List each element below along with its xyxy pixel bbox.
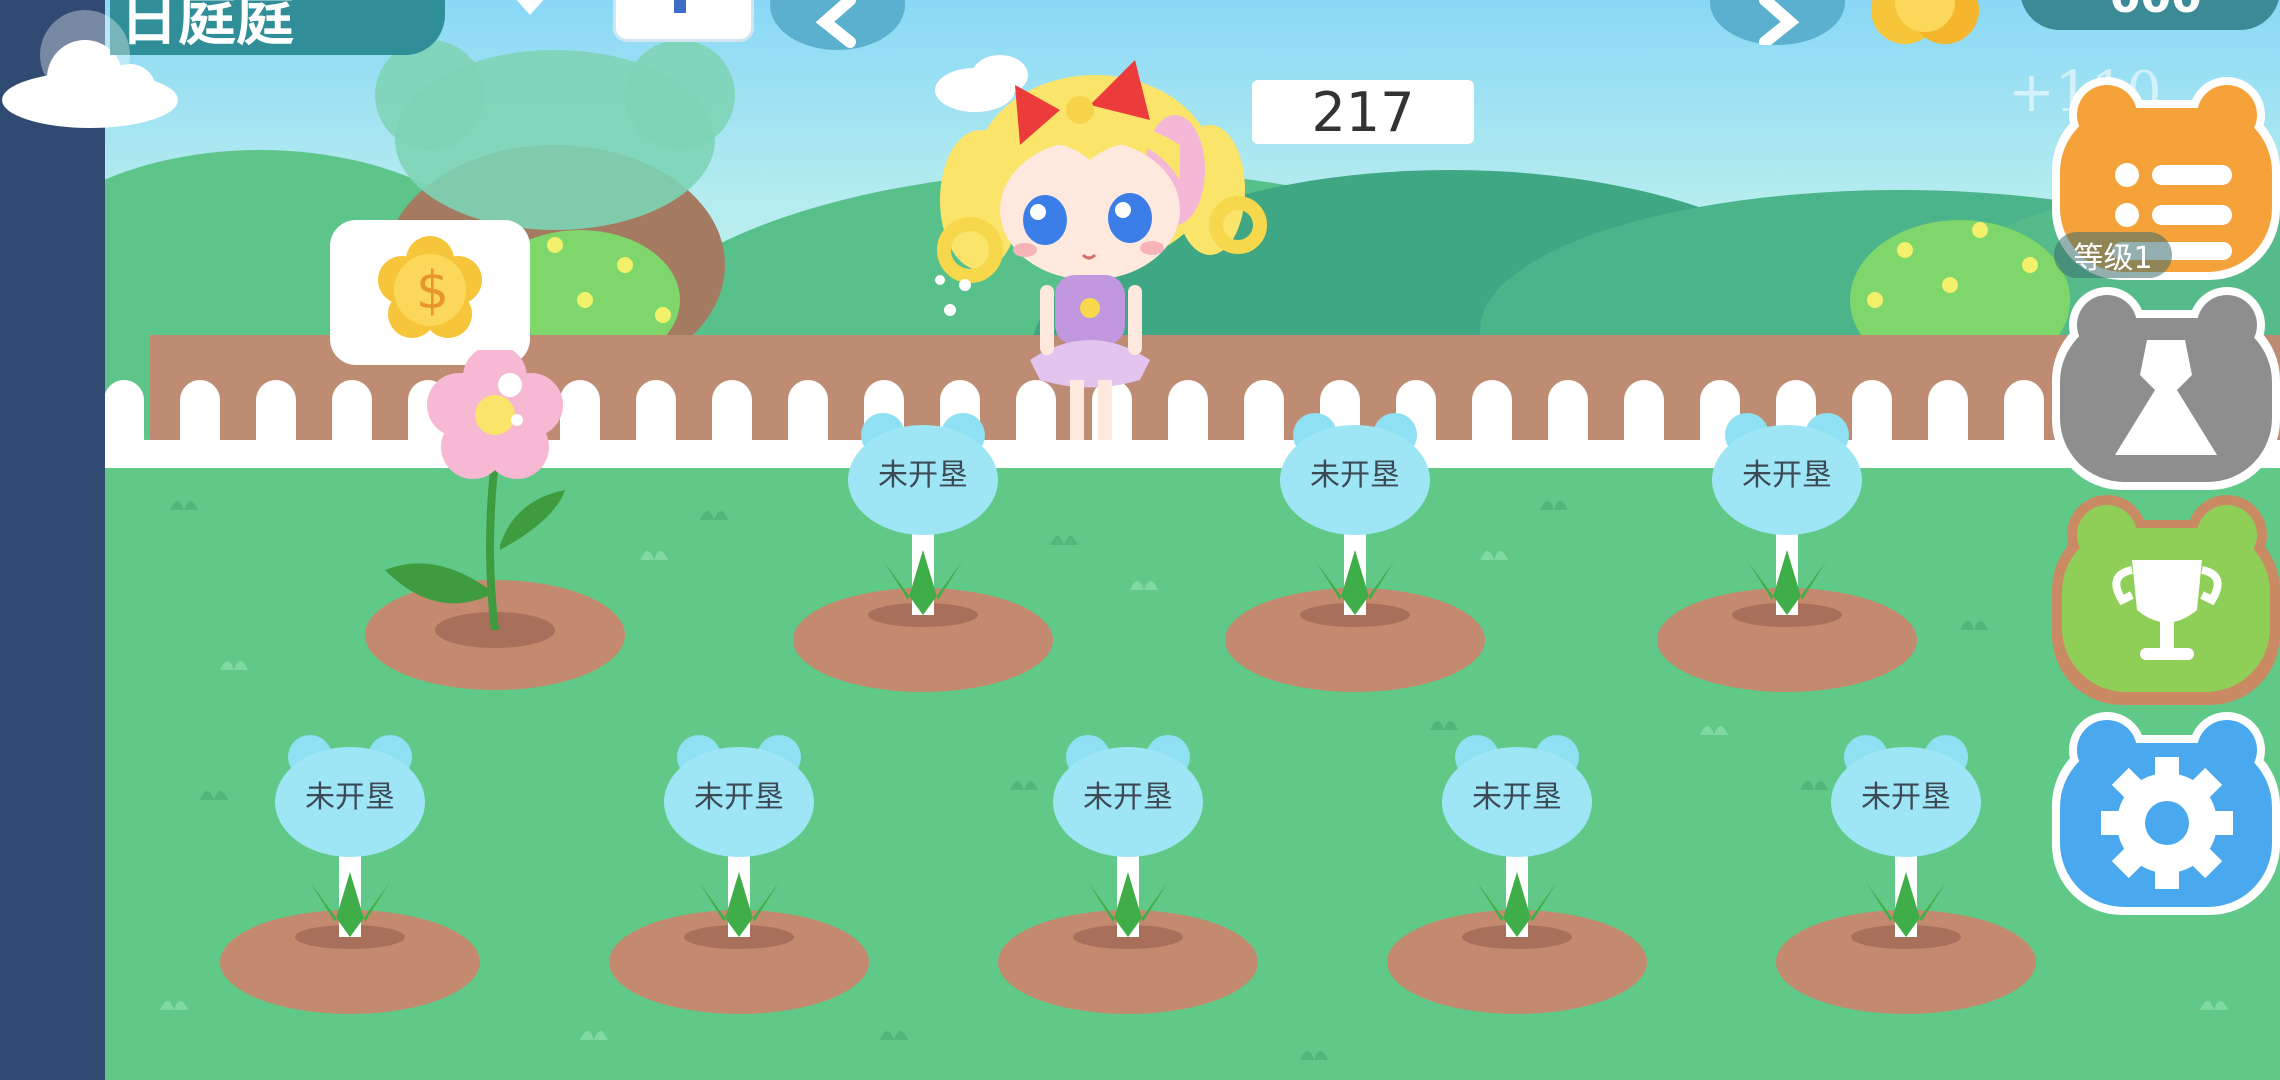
forward-button[interactable]: [1710, 0, 1845, 48]
harvest-coin-bubble[interactable]: $: [330, 220, 530, 365]
coin-value: 000: [2110, 0, 2202, 23]
key-icon: [674, 0, 686, 13]
planted-flower-plot[interactable]: [355, 350, 635, 700]
gear-icon: [2101, 757, 2233, 889]
wardrobe-button[interactable]: [2052, 280, 2280, 490]
back-button[interactable]: [770, 0, 905, 50]
empty-plot[interactable]: 未开垦: [1771, 732, 2041, 1014]
heart-icon[interactable]: [480, 0, 580, 40]
page-title: 日庭庭: [120, 0, 295, 53]
character-avatar[interactable]: [920, 50, 1280, 450]
empty-plot[interactable]: 未开垦: [1382, 732, 1652, 1014]
level-badge: 等级1: [2054, 232, 2172, 278]
plot-sign-label: 未开垦: [1472, 780, 1562, 815]
plot-sign-label: 未开垦: [305, 780, 395, 815]
avatar[interactable]: [40, 10, 130, 100]
plot-sign-label: 未开垦: [1083, 780, 1173, 815]
empty-plot[interactable]: 未开垦: [1652, 410, 1922, 692]
plot-sign-label: 未开垦: [1861, 780, 1951, 815]
plot-sign-label: 未开垦: [1742, 458, 1832, 493]
left-side-panel: [0, 0, 105, 1080]
empty-plot[interactable]: 未开垦: [604, 732, 874, 1014]
chevron-right-icon: [1759, 0, 1800, 48]
empty-plot[interactable]: 未开垦: [215, 732, 485, 1014]
empty-plot[interactable]: 未开垦: [993, 732, 1263, 1014]
achievements-button[interactable]: [2052, 490, 2280, 705]
empty-plot[interactable]: 未开垦: [788, 410, 1058, 692]
key-card-button[interactable]: [613, 0, 754, 42]
plot-sign-label: 未开垦: [694, 780, 784, 815]
plot-sign-label: 未开垦: [878, 458, 968, 493]
coin-icon: [1871, 0, 1979, 44]
plot-sign-label: 未开垦: [1310, 458, 1400, 493]
score-display: 217: [1252, 80, 1474, 144]
svg-text:$: $: [416, 261, 449, 321]
dollar-coin-icon: $: [378, 236, 482, 338]
empty-plot[interactable]: 未开垦: [1220, 410, 1490, 692]
settings-button[interactable]: [2052, 705, 2280, 915]
chevron-left-icon: [815, 0, 856, 48]
